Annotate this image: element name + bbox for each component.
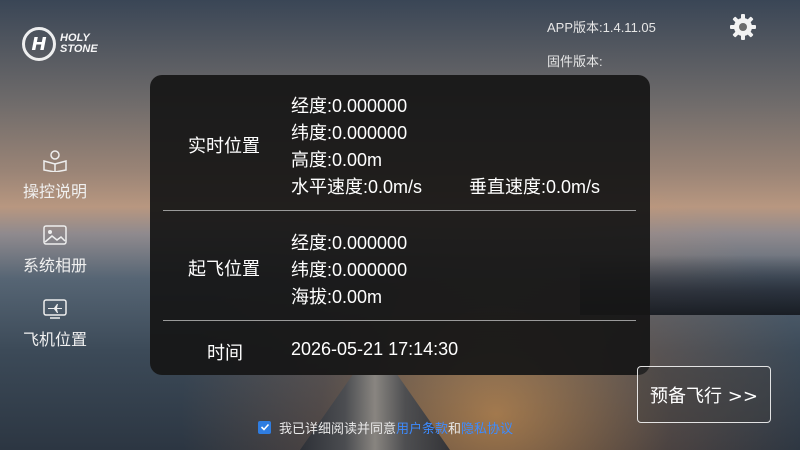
realtime-altitude: 高度:0.00m [291,150,383,170]
sidebar-item-label: 系统相册 [22,256,87,275]
takeoff-longitude: 经度:0.000000 [291,233,408,253]
agreement-checkbox[interactable] [258,420,271,434]
sidebar-item-label: 飞机位置 [22,330,87,349]
section-divider [163,320,636,321]
gear-icon[interactable] [728,12,758,42]
agreement-row: 我已详细阅读并同意 用户条款 和 隐私协议 [258,417,513,437]
prepare-flight-button[interactable]: 预备飞行 >> [637,366,771,423]
sidebar-item-aircraft-position[interactable]: 飞机位置 [14,298,96,354]
takeoff-elevation: 海拔:0.00m [291,287,383,307]
app-version-label: APP版本:1.4.11.05 [547,20,656,35]
takeoff-position-title: 起飞位置 [188,259,260,280]
flight-info-panel: 实时位置 经度:0.000000 纬度:0.000000 高度:0.00m 水平… [150,75,650,375]
aircraft-position-icon [43,299,67,319]
holystone-logo: H HOLY STONE [22,26,122,62]
realtime-position-title: 实时位置 [188,136,260,157]
sidebar-item-album[interactable]: 系统相册 [14,224,96,280]
album-icon [43,225,67,245]
agreement-and: 和 [448,421,462,437]
realtime-longitude: 经度:0.000000 [291,96,408,116]
agreement-text: 我已详细阅读并同意 [279,421,397,437]
logo-mark-icon: H [22,27,56,61]
time-value: 2026-05-21 17:14:30 [291,339,459,359]
realtime-latitude: 纬度:0.000000 [291,123,408,143]
user-terms-link[interactable]: 用户条款 [396,418,448,437]
sidebar-item-manual[interactable]: 操控说明 [14,150,96,206]
check-icon [260,423,269,431]
manual-icon [43,150,67,172]
horizontal-speed: 水平速度:0.0m/s [291,177,423,197]
takeoff-latitude: 纬度:0.000000 [291,260,408,280]
firmware-version-label: 固件版本: [547,54,603,69]
privacy-policy-link[interactable]: 隐私协议 [461,418,513,437]
vertical-speed: 垂直速度:0.0m/s [469,177,601,197]
sidebar-item-label: 操控说明 [22,182,87,201]
background-road [300,375,450,450]
section-divider [163,210,636,211]
time-title: 时间 [207,343,243,364]
logo-text: HOLY STONE [60,32,98,55]
